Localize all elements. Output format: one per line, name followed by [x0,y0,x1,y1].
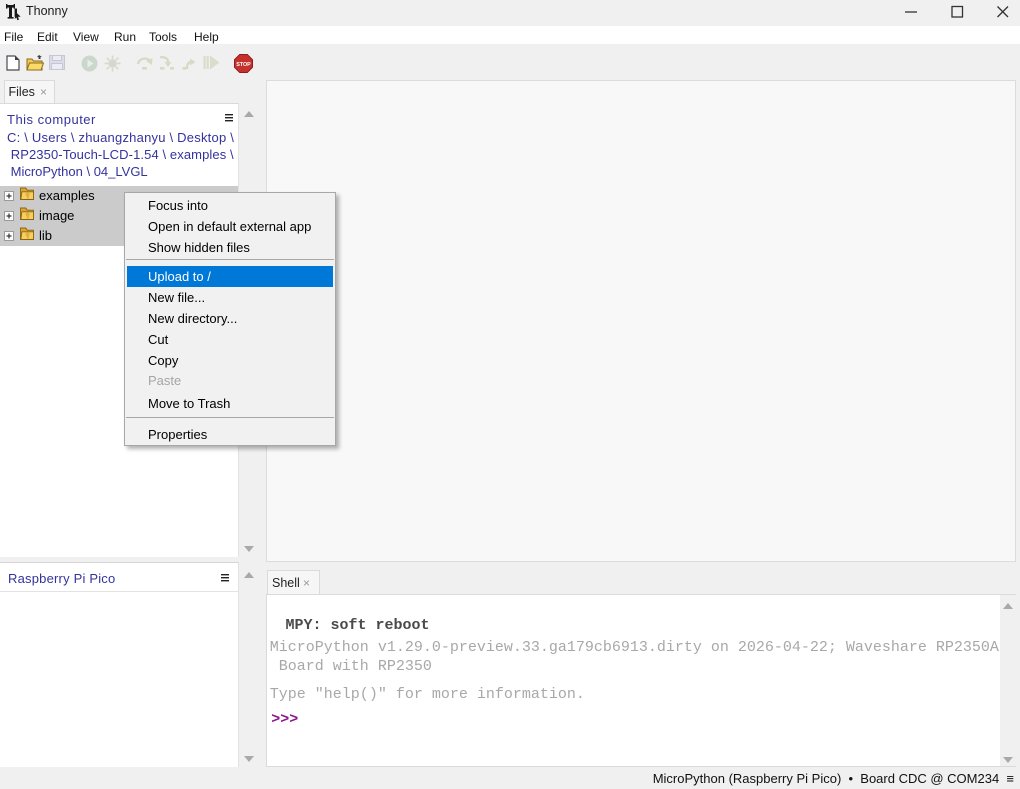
svg-text:STOP: STOP [236,62,251,68]
